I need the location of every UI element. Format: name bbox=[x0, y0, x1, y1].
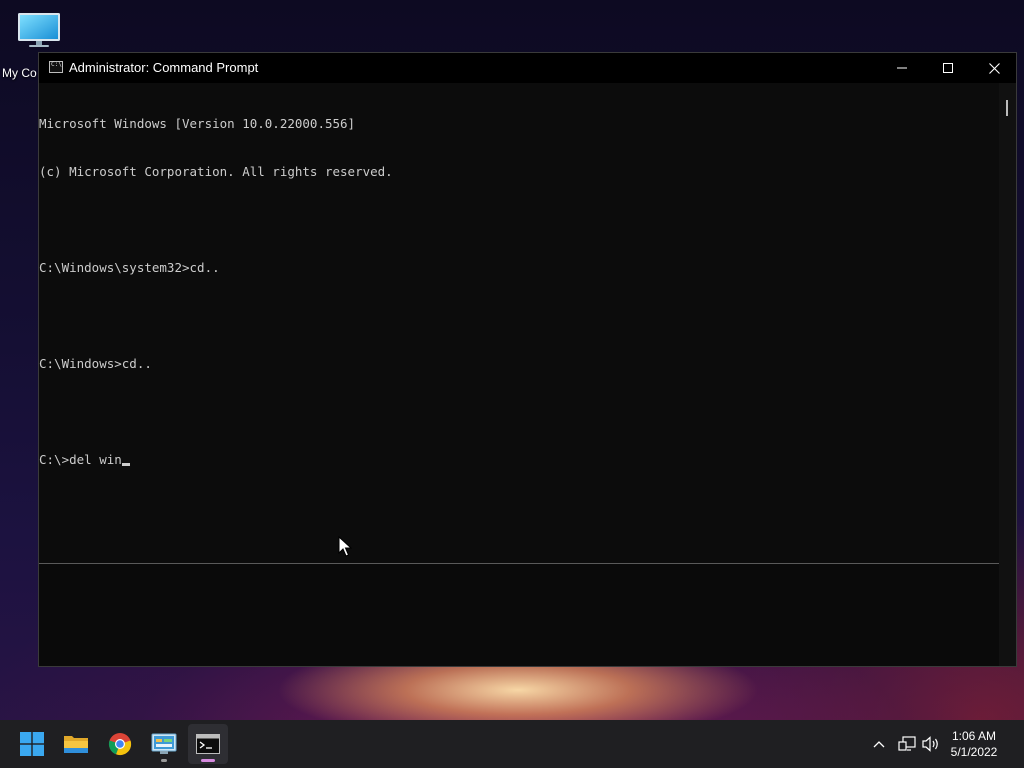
console-line: (c) Microsoft Corporation. All rights re… bbox=[39, 164, 393, 179]
folder-icon bbox=[64, 736, 88, 753]
minimize-icon bbox=[897, 67, 907, 69]
active-indicator bbox=[201, 759, 215, 762]
console-line: C:\Windows\system32>cd.. bbox=[39, 260, 220, 275]
chrome-icon bbox=[108, 733, 132, 756]
console-command-text: C:\>del win bbox=[39, 452, 122, 467]
show-hidden-icons-button[interactable] bbox=[868, 720, 890, 768]
window-title: Administrator: Command Prompt bbox=[69, 60, 259, 75]
volume-button[interactable] bbox=[920, 720, 942, 768]
console-output[interactable]: Microsoft Windows [Version 10.0.22000.55… bbox=[39, 83, 1001, 564]
text-cursor bbox=[121, 463, 130, 466]
terminal-icon bbox=[196, 734, 220, 754]
mouse-pointer-icon bbox=[338, 536, 352, 557]
minimize-button[interactable] bbox=[879, 53, 925, 83]
control-panel-icon bbox=[151, 733, 177, 754]
command-prompt-window[interactable]: Administrator: Command Prompt Microsoft … bbox=[38, 52, 1017, 667]
maximize-icon bbox=[943, 63, 953, 73]
start-button[interactable] bbox=[12, 724, 52, 764]
console-line: C:\Windows>cd.. bbox=[39, 356, 152, 371]
network-button[interactable] bbox=[896, 720, 918, 768]
taskbar-control-panel[interactable] bbox=[144, 724, 184, 764]
clock-date: 5/1/2022 bbox=[950, 745, 998, 759]
console-prompt-line[interactable]: C:\>del win bbox=[39, 452, 1001, 468]
network-icon bbox=[898, 736, 916, 751]
volume-icon bbox=[922, 736, 938, 752]
running-indicator bbox=[161, 759, 167, 762]
maximize-button[interactable] bbox=[925, 53, 971, 83]
clock-time: 1:06 AM bbox=[951, 729, 997, 743]
close-icon bbox=[988, 62, 1000, 74]
taskbar-clock[interactable]: 1:06 AM 5/1/2022 bbox=[944, 728, 1004, 760]
windows-logo-icon bbox=[20, 732, 44, 756]
chevron-up-icon bbox=[873, 741, 885, 748]
computer-icon bbox=[18, 13, 60, 47]
taskbar: 1:06 AM 5/1/2022 bbox=[0, 720, 1024, 768]
scrollbar-thumb[interactable] bbox=[1006, 100, 1008, 116]
taskbar-file-explorer[interactable] bbox=[56, 724, 96, 764]
desktop-icon-label: My Co bbox=[2, 66, 37, 80]
taskbar-command-prompt[interactable] bbox=[188, 724, 228, 764]
console-line: Microsoft Windows [Version 10.0.22000.55… bbox=[39, 116, 356, 131]
console-lower-pane bbox=[39, 564, 1001, 666]
title-bar[interactable]: Administrator: Command Prompt bbox=[39, 53, 1016, 83]
taskbar-chrome[interactable] bbox=[100, 724, 140, 764]
vertical-scrollbar[interactable] bbox=[999, 83, 1016, 666]
close-button[interactable] bbox=[971, 53, 1017, 83]
command-prompt-icon bbox=[49, 61, 63, 73]
